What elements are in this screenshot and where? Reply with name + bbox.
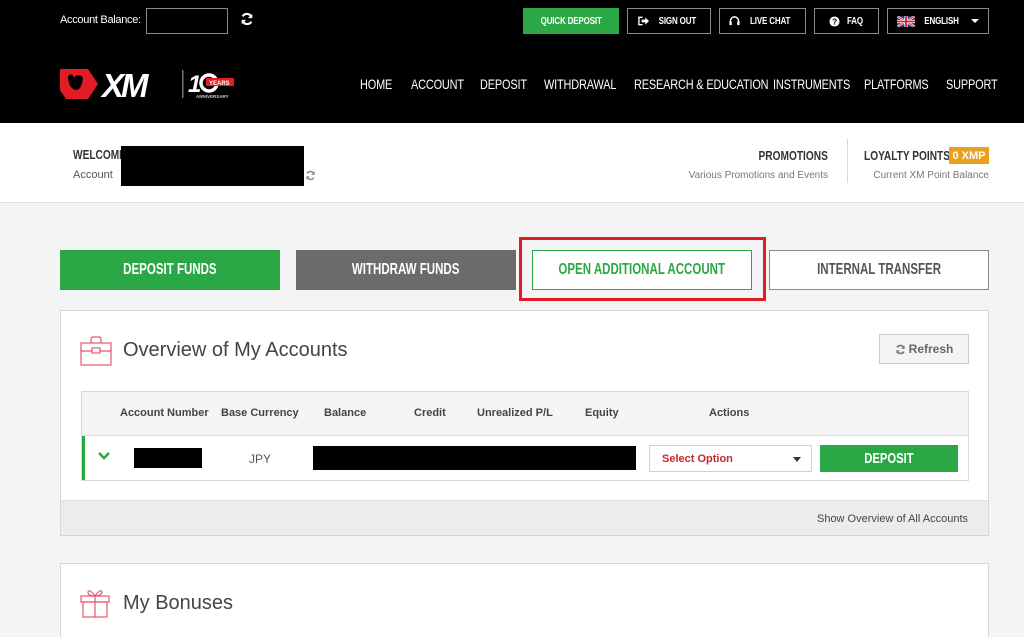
chevron-down-icon: [971, 19, 980, 23]
withdraw-funds-button[interactable]: WITHDRAW FUNDS: [296, 250, 516, 290]
col-credit: Credit: [414, 407, 446, 419]
highlight-annotation: [519, 237, 766, 301]
nav-platforms[interactable]: PLATFORMS: [864, 76, 929, 92]
table-row: JPY Select Option DEPOSIT: [82, 436, 968, 480]
overview-title: Overview of My Accounts: [123, 339, 348, 361]
col-actions: Actions: [709, 407, 750, 419]
nav-withdrawal[interactable]: WITHDRAWAL: [544, 76, 616, 92]
withdraw-funds-label: WITHDRAW FUNDS: [352, 261, 460, 278]
language-label: ENGLISH: [924, 15, 959, 27]
refresh-icon: [895, 344, 905, 354]
language-dropdown[interactable]: ENGLISH: [887, 8, 989, 34]
faq-button[interactable]: ? FAQ: [814, 8, 879, 34]
col-unrealized-pl: Unrealized P/L: [477, 407, 553, 419]
select-option-label: Select Option: [662, 452, 733, 465]
headset-icon: [729, 16, 740, 26]
internal-transfer-button[interactable]: INTERNAL TRANSFER: [769, 250, 989, 290]
base-currency-value: JPY: [249, 452, 272, 466]
redacted-user-info: [121, 146, 304, 186]
refresh-balance-icon[interactable]: [240, 12, 254, 26]
live-chat-button[interactable]: LIVE CHAT: [719, 8, 806, 34]
show-all-accounts-link[interactable]: Show Overview of All Accounts: [817, 513, 968, 525]
svg-text:?: ?: [832, 17, 837, 26]
question-circle-icon: ?: [828, 15, 840, 27]
svg-text:YEARS: YEARS: [209, 81, 230, 87]
bonuses-panel: My Bonuses: [60, 563, 989, 637]
loyalty-points-subtitle: Current XM Point Balance: [873, 170, 989, 181]
deposit-funds-button[interactable]: DEPOSIT FUNDS: [60, 250, 280, 290]
chevron-down-icon[interactable]: [98, 451, 110, 461]
accounts-table: Account Number Base Currency Balance Cre…: [81, 391, 969, 481]
faq-label: FAQ: [846, 15, 863, 27]
refresh-button[interactable]: Refresh: [879, 334, 969, 364]
welcome-strip: WELCOME Account PROMOTIONS Various Promo…: [0, 123, 1024, 203]
account-balance-field: [146, 8, 228, 34]
account-balance-label: Account Balance:: [60, 14, 141, 26]
nav-support[interactable]: SUPPORT: [946, 76, 998, 92]
nav-deposit[interactable]: DEPOSIT: [480, 76, 527, 92]
nav-instruments[interactable]: INSTRUMENTS: [773, 76, 850, 92]
nav-research-education[interactable]: RESEARCH & EDUCATION: [634, 76, 769, 92]
col-balance: Balance: [324, 407, 367, 419]
sign-out-button[interactable]: SIGN OUT: [627, 8, 711, 34]
internal-transfer-label: INTERNAL TRANSFER: [817, 261, 941, 278]
redacted-balances: [313, 446, 636, 470]
quick-deposit-button[interactable]: QUICK DEPOSIT: [523, 8, 619, 34]
logo-text: XM: [100, 67, 150, 102]
account-label: Account: [73, 169, 113, 181]
briefcase-icon: [80, 336, 112, 366]
gift-icon: [80, 590, 110, 618]
bonuses-title: My Bonuses: [123, 592, 234, 614]
deposit-label: DEPOSIT: [864, 450, 914, 467]
quick-deposit-label: QUICK DEPOSIT: [540, 15, 602, 27]
promotions-link[interactable]: PROMOTIONS: [759, 148, 828, 163]
live-chat-label: LIVE CHAT: [750, 15, 791, 27]
nav-account[interactable]: ACCOUNT: [411, 76, 464, 92]
col-account-number: Account Number: [120, 407, 209, 419]
chevron-down-icon: [793, 457, 801, 462]
refresh-label: Refresh: [908, 342, 954, 356]
accounts-overview-panel: Overview of My Accounts Refresh Account …: [60, 310, 989, 536]
refresh-icon[interactable]: [305, 170, 316, 181]
overview-footer: Show Overview of All Accounts: [61, 500, 988, 535]
loyalty-points-link[interactable]: LOYALTY POINTS: [864, 148, 950, 163]
action-select[interactable]: Select Option: [649, 445, 812, 472]
sign-out-icon: [637, 16, 649, 26]
promotions-subtitle: Various Promotions and Events: [688, 170, 828, 181]
col-base-currency: Base Currency: [221, 407, 299, 419]
deposit-button[interactable]: DEPOSIT: [820, 445, 958, 472]
top-utility-bar: Account Balance: QUICK DEPOSIT SIGN OUT …: [0, 0, 1024, 46]
xm-logo[interactable]: XM 1 YEARS ANNIVERSARY: [58, 66, 238, 102]
svg-text:ANNIVERSARY: ANNIVERSARY: [196, 94, 229, 99]
nav-home[interactable]: HOME: [360, 76, 392, 92]
sign-out-label: SIGN OUT: [658, 15, 696, 27]
main-nav: XM 1 YEARS ANNIVERSARY HOME ACCOUNT DEPO…: [0, 46, 1024, 123]
redacted-account-number: [134, 448, 202, 468]
uk-flag-icon: [896, 15, 915, 27]
loyalty-points-badge: 0 XMP: [949, 147, 989, 164]
divider: [847, 139, 848, 183]
table-header: Account Number Base Currency Balance Cre…: [82, 392, 968, 436]
col-equity: Equity: [585, 407, 619, 419]
welcome-title: WELCOME: [73, 147, 126, 162]
deposit-funds-label: DEPOSIT FUNDS: [123, 261, 217, 278]
